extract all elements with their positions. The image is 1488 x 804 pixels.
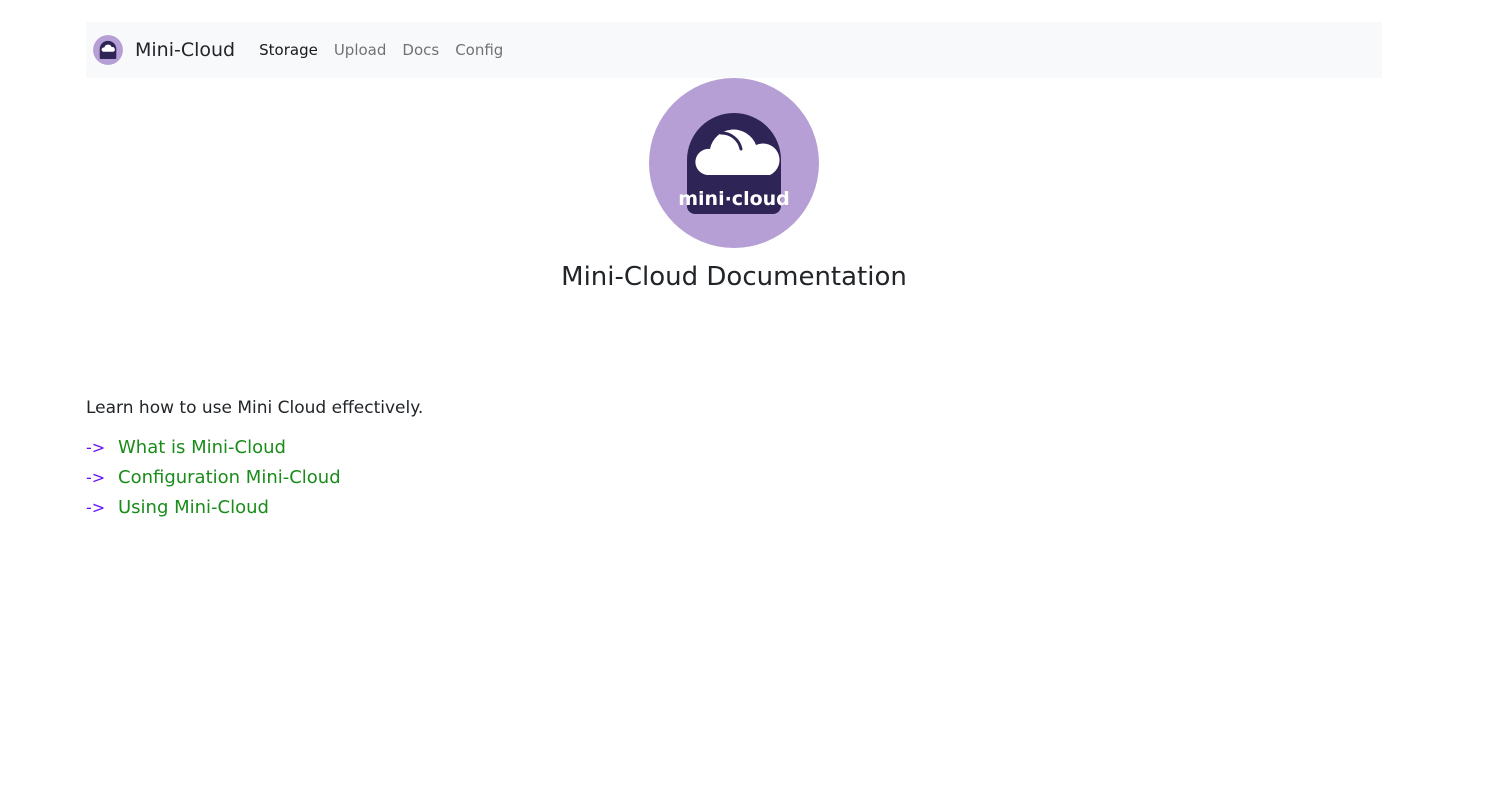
list-item: -> Configuration Mini-Cloud <box>86 462 341 492</box>
nav-link-docs[interactable]: Docs <box>402 41 439 59</box>
arrow-icon: -> <box>86 497 106 517</box>
link-using-mini-cloud[interactable]: Using Mini-Cloud <box>118 497 269 518</box>
nav-link-config[interactable]: Config <box>455 41 503 59</box>
list-item: -> What is Mini-Cloud <box>86 432 341 462</box>
nav-link-storage[interactable]: Storage <box>259 41 318 59</box>
arrow-icon: -> <box>86 467 106 487</box>
arrow-icon: -> <box>86 437 106 457</box>
nav-link-upload[interactable]: Upload <box>334 41 387 59</box>
brand-name: Mini-Cloud <box>135 39 236 61</box>
mini-cloud-logo-icon <box>93 35 123 65</box>
brand-link[interactable]: Mini-Cloud <box>93 35 235 65</box>
intro-text: Learn how to use Mini Cloud effectively. <box>86 398 424 418</box>
link-configuration-mini-cloud[interactable]: Configuration Mini-Cloud <box>118 467 341 488</box>
docs-link-list: -> What is Mini-Cloud -> Configuration M… <box>86 432 341 522</box>
hero-logo-icon: mini·cloud <box>649 78 819 248</box>
page-title: Mini-Cloud Documentation <box>561 262 907 292</box>
list-item: -> Using Mini-Cloud <box>86 492 341 522</box>
hero-logo-text: mini·cloud <box>678 188 790 210</box>
top-navbar: Mini-Cloud Storage Upload Docs Config <box>86 22 1382 78</box>
link-what-is-mini-cloud[interactable]: What is Mini-Cloud <box>118 437 286 458</box>
nav-links: Storage Upload Docs Config <box>259 41 519 59</box>
